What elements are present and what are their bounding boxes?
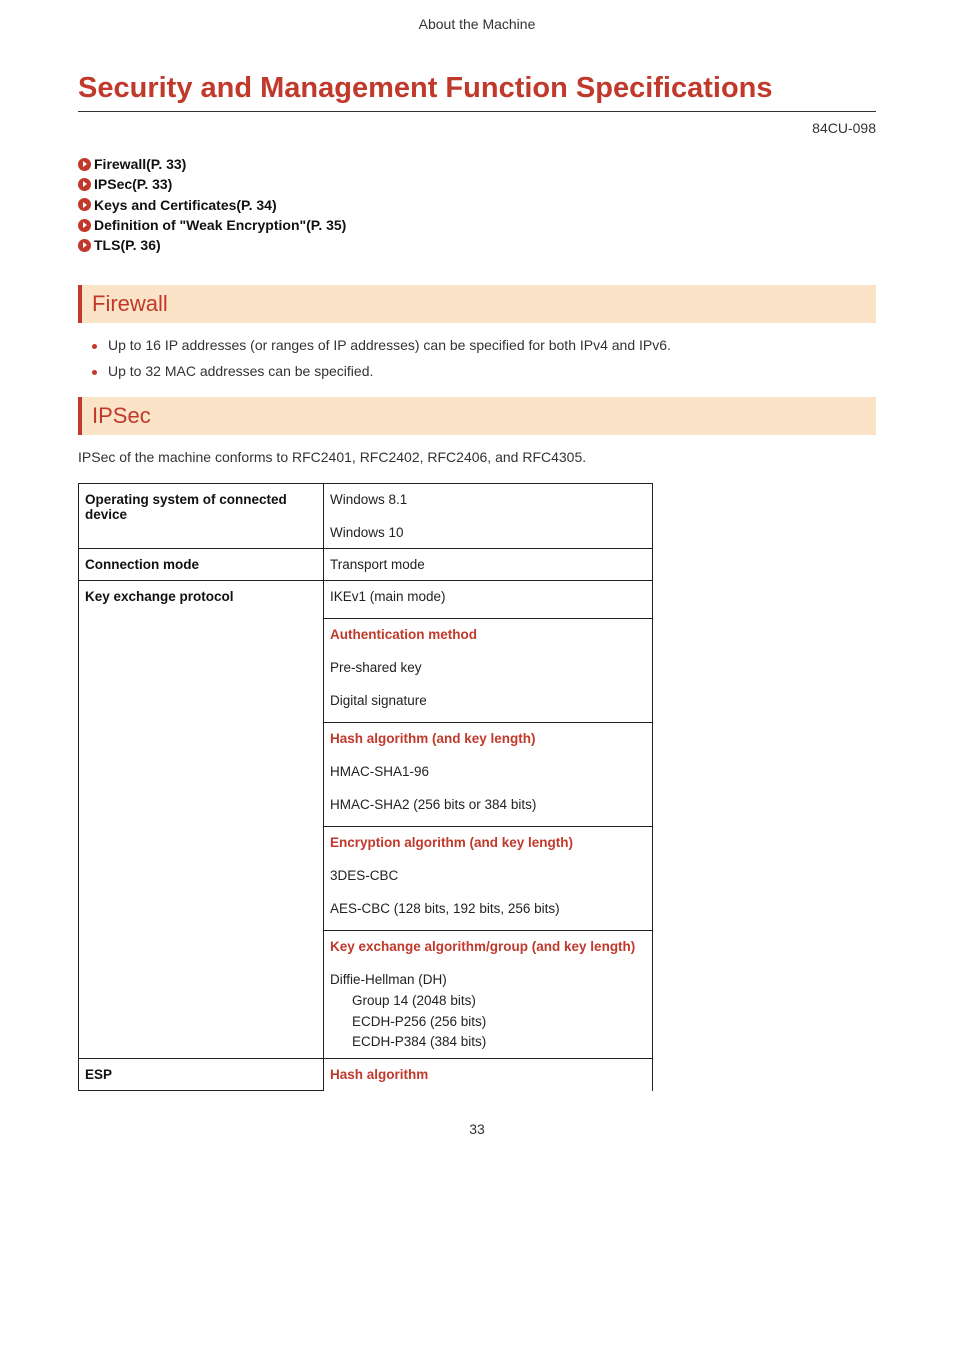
row-value: Transport mode: [324, 549, 653, 581]
toc-item-firewall[interactable]: Firewall(P. 33): [78, 154, 876, 174]
auth-value: Pre-shared key: [330, 660, 646, 675]
row-value: Windows 8.1 Windows 10: [324, 484, 653, 549]
toc-item-weak-encryption[interactable]: Definition of "Weak Encryption"(P. 35): [78, 215, 876, 235]
table-row: Key exchange protocol IKEv1 (main mode) …: [79, 581, 653, 1059]
table-of-contents: Firewall(P. 33) IPSec(P. 33) Keys and Ce…: [78, 154, 876, 255]
toc-item-label: Keys and Certificates(P. 34): [94, 195, 277, 215]
page-title: Security and Management Function Specifi…: [78, 72, 876, 112]
subheading-esp-hash: Hash algorithm: [330, 1067, 428, 1082]
row-label: Operating system of connected device: [79, 484, 324, 549]
play-circle-icon: [78, 198, 91, 211]
keg-sublist: Group 14 (2048 bits) ECDH-P256 (256 bits…: [352, 991, 646, 1052]
list-item: Up to 32 MAC addresses can be specified.: [92, 363, 876, 379]
firewall-bullets: Up to 16 IP addresses (or ranges of IP a…: [92, 337, 876, 379]
os-value: Windows 8.1: [330, 492, 646, 507]
subheading-keg: Key exchange algorithm/group (and key le…: [330, 939, 646, 954]
ipsec-intro: IPSec of the machine conforms to RFC2401…: [78, 449, 876, 465]
row-value: IKEv1 (main mode) Authentication method …: [324, 581, 653, 1059]
toc-item-label: Definition of "Weak Encryption"(P. 35): [94, 215, 346, 235]
keg-subitem: Group 14 (2048 bits): [352, 991, 646, 1011]
toc-item-label: Firewall(P. 33): [94, 154, 186, 174]
toc-item-ipsec[interactable]: IPSec(P. 33): [78, 174, 876, 194]
toc-item-keys[interactable]: Keys and Certificates(P. 34): [78, 195, 876, 215]
table-row: ESP Hash algorithm: [79, 1059, 653, 1091]
row-value: Hash algorithm: [324, 1059, 653, 1091]
play-circle-icon: [78, 158, 91, 171]
hash-value: HMAC-SHA1-96: [330, 764, 646, 779]
table-row: Operating system of connected device Win…: [79, 484, 653, 549]
hash-value: HMAC-SHA2 (256 bits or 384 bits): [330, 797, 646, 812]
toc-item-label: IPSec(P. 33): [94, 174, 172, 194]
enc-value: AES-CBC (128 bits, 192 bits, 256 bits): [330, 901, 646, 916]
play-circle-icon: [78, 219, 91, 232]
keg-value: Diffie-Hellman (DH): [330, 972, 646, 987]
row-label: Connection mode: [79, 549, 324, 581]
os-value: Windows 10: [330, 525, 646, 540]
table-row: Connection mode Transport mode: [79, 549, 653, 581]
row-label: ESP: [79, 1059, 324, 1091]
ipsec-table: Operating system of connected device Win…: [78, 483, 653, 1091]
running-header: About the Machine: [78, 16, 876, 32]
subheading-auth: Authentication method: [330, 627, 646, 642]
section-heading-firewall: Firewall: [78, 285, 876, 323]
auth-value: Digital signature: [330, 693, 646, 708]
play-circle-icon: [78, 178, 91, 191]
toc-item-tls[interactable]: TLS(P. 36): [78, 235, 876, 255]
row-label: Key exchange protocol: [79, 581, 324, 1059]
section-heading-ipsec: IPSec: [78, 397, 876, 435]
document-code: 84CU-098: [78, 120, 876, 136]
subheading-enc: Encryption algorithm (and key length): [330, 835, 646, 850]
subheading-hash: Hash algorithm (and key length): [330, 731, 646, 746]
keg-subitem: ECDH-P256 (256 bits): [352, 1012, 646, 1032]
keg-subitem: ECDH-P384 (384 bits): [352, 1032, 646, 1052]
list-item: Up to 16 IP addresses (or ranges of IP a…: [92, 337, 876, 353]
toc-item-label: TLS(P. 36): [94, 235, 161, 255]
page-number: 33: [78, 1121, 876, 1137]
kex-top: IKEv1 (main mode): [324, 581, 652, 618]
enc-value: 3DES-CBC: [330, 868, 646, 883]
play-circle-icon: [78, 239, 91, 252]
